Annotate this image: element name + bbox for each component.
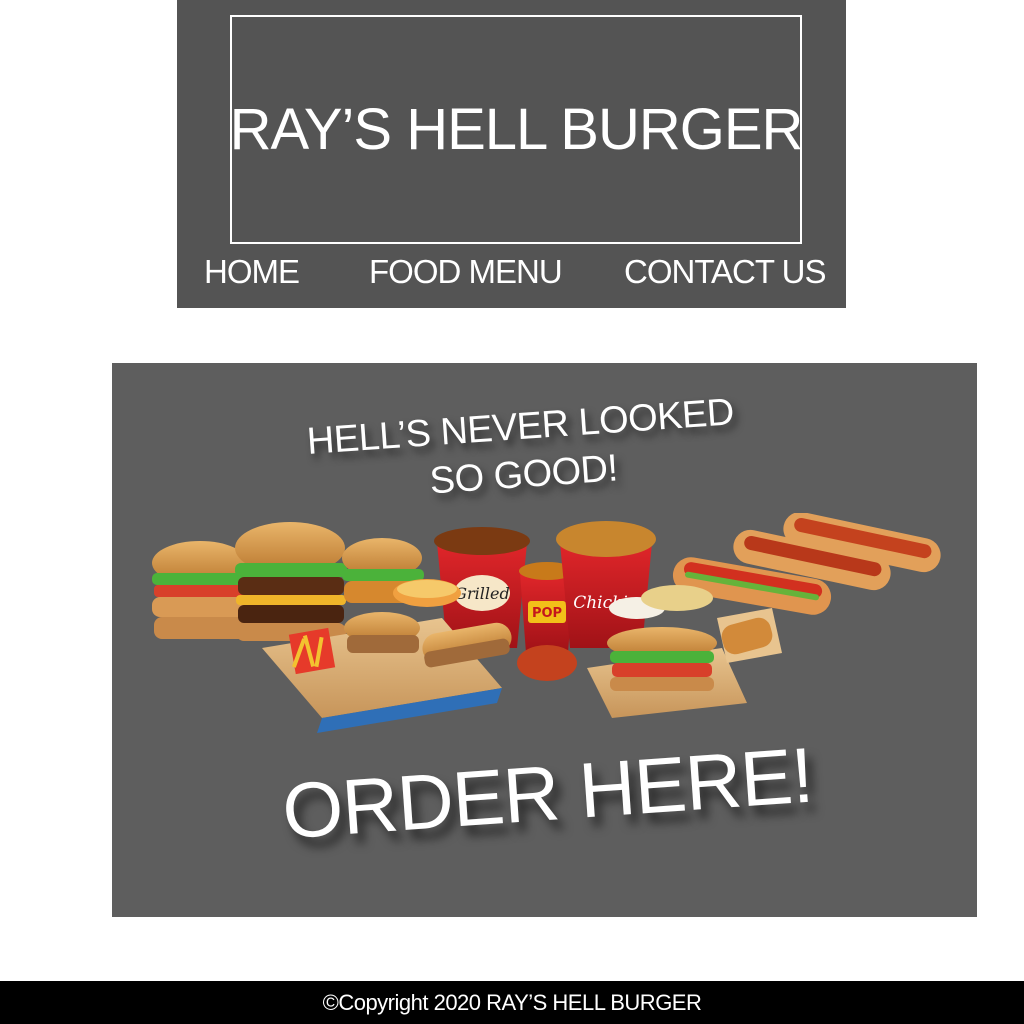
svg-text:Grilled: Grilled [454, 584, 510, 603]
burger-stack-middle [235, 522, 347, 641]
nav-food-menu-link[interactable]: FOOD MENU [369, 248, 563, 296]
site-footer: ©Copyright 2020 RAY’S HELL BURGER [0, 981, 1024, 1024]
nav-home-link[interactable]: HOME [204, 248, 300, 296]
copyright-text: ©Copyright 2020 RAY’S HELL BURGER [322, 989, 702, 1015]
food-spread-image: Grilled POP Chickin [152, 513, 941, 733]
order-here-banner[interactable]: HELL’S NEVER LOOKED SO GOOD! Grilled POP… [112, 363, 977, 917]
svg-text:POP: POP [532, 606, 562, 621]
burger-stack-left [152, 541, 248, 639]
main-nav: HOME FOOD MENU CONTACT US [177, 248, 846, 296]
site-title: RAY’S HELL BURGER [229, 97, 804, 162]
title-box: RAY’S HELL BURGER [229, 15, 804, 244]
hero-tagline: HELL’S NEVER LOOKED SO GOOD! [279, 386, 765, 515]
page: RAY’S HELL BURGER HOME FOOD MENU CONTACT… [0, 0, 1024, 1024]
site-header: RAY’S HELL BURGER HOME FOOD MENU CONTACT… [177, 0, 846, 308]
order-here-button[interactable]: ORDER HERE! [279, 730, 816, 858]
nav-contact-us-link[interactable]: CONTACT US [624, 248, 826, 296]
